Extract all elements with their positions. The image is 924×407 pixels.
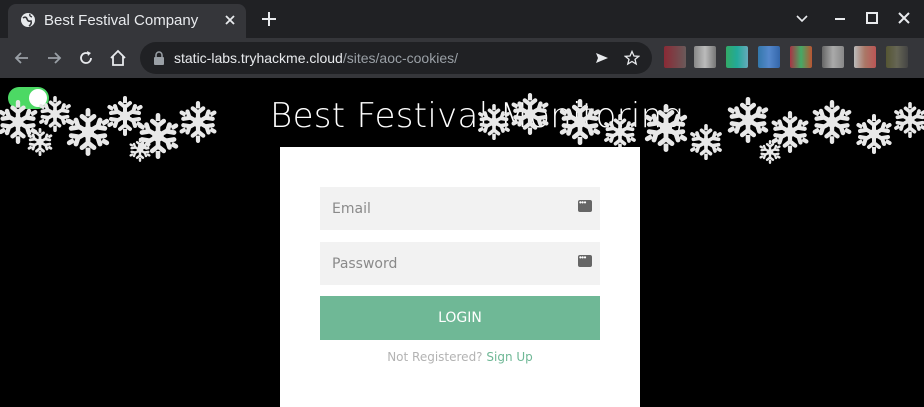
- extension-icon[interactable]: [664, 46, 686, 68]
- globe-icon: [21, 13, 35, 27]
- password-field[interactable]: [320, 242, 600, 285]
- home-icon[interactable]: [108, 48, 128, 68]
- url-text: static-labs.tryhackme.cloud/sites/aoc-co…: [174, 50, 458, 66]
- browser-tab[interactable]: Best Festival Company: [8, 4, 246, 38]
- login-button[interactable]: LOGIN: [320, 296, 600, 340]
- new-tab-icon[interactable]: [260, 10, 278, 28]
- address-bar[interactable]: static-labs.tryhackme.cloud/sites/aoc-co…: [140, 42, 652, 74]
- star-icon[interactable]: [624, 50, 640, 66]
- browser-toolbar: static-labs.tryhackme.cloud/sites/aoc-co…: [0, 38, 924, 78]
- back-arrow-icon[interactable]: [12, 48, 32, 68]
- snowflakes-left-decoration: [0, 96, 230, 163]
- autofill-icon[interactable]: [578, 253, 592, 267]
- autofill-icon[interactable]: [578, 198, 592, 212]
- url-path: /sites/aoc-cookies/: [342, 50, 459, 66]
- minimize-icon[interactable]: [832, 10, 848, 26]
- chevron-down-icon[interactable]: [794, 10, 810, 26]
- extension-icon[interactable]: [726, 46, 748, 68]
- send-icon[interactable]: [594, 50, 610, 66]
- email-field[interactable]: [320, 187, 600, 230]
- url-host: static-labs.tryhackme.cloud: [174, 50, 343, 66]
- page-content: Best Festival Monitoring LOGIN Not Regis…: [0, 78, 924, 407]
- extension-icon[interactable]: [758, 46, 780, 68]
- extension-icon[interactable]: [694, 46, 716, 68]
- sign-up-link[interactable]: Sign Up: [486, 350, 532, 364]
- email-field-wrapper: [320, 187, 600, 230]
- tab-title: Best Festival Company: [44, 12, 199, 29]
- close-tab-icon[interactable]: [222, 12, 238, 28]
- extension-icon[interactable]: [886, 46, 908, 68]
- forward-arrow-icon[interactable]: [44, 48, 64, 68]
- reload-icon[interactable]: [76, 48, 96, 68]
- register-message: Not Registered? Sign Up: [280, 350, 640, 364]
- extension-icon[interactable]: [790, 46, 812, 68]
- password-field-wrapper: [320, 242, 600, 285]
- lock-icon: [154, 51, 164, 65]
- not-registered-text: Not Registered?: [387, 350, 483, 364]
- maximize-icon[interactable]: [864, 10, 880, 26]
- tab-strip: Best Festival Company: [0, 0, 924, 38]
- extension-icon[interactable]: [822, 46, 844, 68]
- close-window-icon[interactable]: [896, 10, 912, 26]
- extension-icon[interactable]: [854, 46, 876, 68]
- login-card: LOGIN Not Registered? Sign Up: [280, 147, 640, 407]
